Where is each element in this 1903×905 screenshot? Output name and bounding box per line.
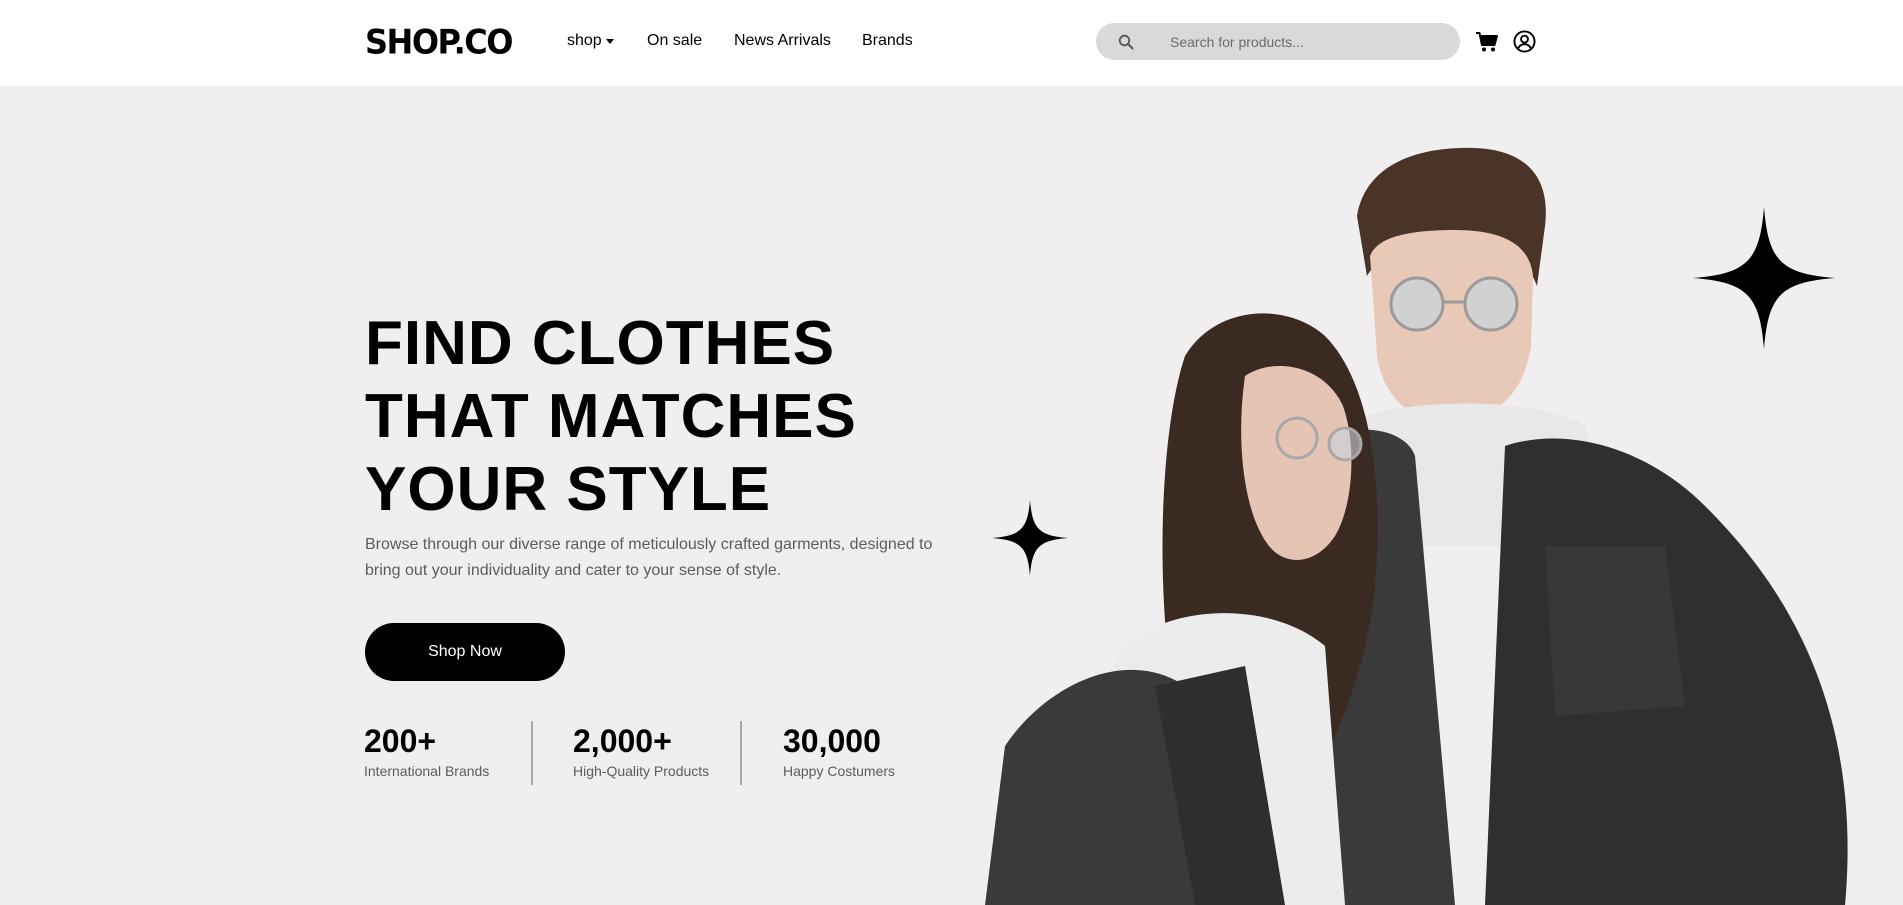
user-circle-icon[interactable] [1513, 30, 1536, 53]
sparkle-star-icon [1693, 207, 1835, 349]
shop-now-button[interactable]: Shop Now [365, 623, 565, 681]
stat-label: International Brands [364, 763, 490, 779]
stat-divider [531, 721, 533, 785]
hero-headline-line: YOUR STYLE [365, 455, 772, 524]
navbar: SHOP.CO shop On sale News Arrivals Brand… [0, 0, 1903, 86]
stat-value: 30,000 [783, 723, 881, 759]
hero-section: FIND CLOTHES THAT MATCHES YOUR STYLE Bro… [0, 86, 1903, 905]
hero-headline: FIND CLOTHES THAT MATCHES YOUR STYLE [365, 307, 857, 526]
stat-value: 2,000+ [573, 723, 672, 759]
stat-label: High-Quality Products [573, 763, 710, 779]
sparkle-star-icon [992, 500, 1068, 576]
search-bar [1096, 23, 1460, 60]
nav-shop-label: shop [567, 32, 602, 49]
cart-icon[interactable] [1475, 30, 1499, 54]
nav-on-sale[interactable]: On sale [647, 31, 702, 51]
stat-high-quality-products: 2,000+ High-Quality Products [573, 722, 709, 780]
nav-news-arrivals[interactable]: News Arrivals [734, 31, 831, 51]
hero-description: Browse through our diverse range of meti… [365, 536, 933, 579]
stat-international-brands: 200+ International Brands [364, 722, 489, 780]
hero-headline-line: THAT MATCHES [365, 382, 857, 451]
nav-brands[interactable]: Brands [862, 31, 913, 51]
stat-value: 200+ [364, 723, 437, 759]
brand-logo[interactable]: SHOP.CO [365, 21, 513, 63]
stat-label: Happy Costumers [783, 763, 896, 779]
search-input[interactable] [1170, 23, 1440, 60]
hero-headline-line: FIND CLOTHES [365, 309, 836, 378]
search-icon[interactable] [1118, 34, 1134, 50]
stat-divider [740, 721, 742, 785]
stat-happy-customers: 30,000 Happy Costumers [783, 722, 895, 780]
nav-shop-dropdown[interactable]: shop [567, 31, 614, 51]
caret-down-icon [605, 39, 614, 44]
